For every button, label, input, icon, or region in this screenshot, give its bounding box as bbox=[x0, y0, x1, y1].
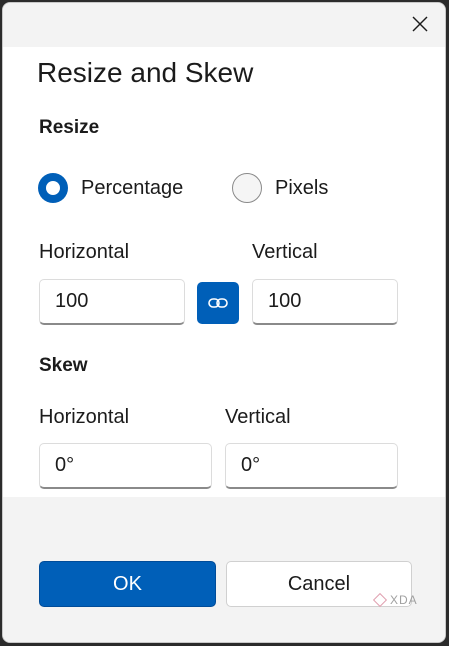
skew-vertical-input[interactable]: 0° bbox=[225, 443, 398, 489]
radio-unchecked-indicator bbox=[232, 173, 262, 203]
close-button[interactable] bbox=[405, 9, 435, 39]
dialog-footer: OK Cancel XDA bbox=[3, 497, 445, 642]
resize-horizontal-label: Horizontal bbox=[39, 241, 130, 263]
skew-vertical-label: Vertical bbox=[225, 406, 291, 428]
link-aspect-button[interactable] bbox=[197, 282, 239, 324]
close-icon bbox=[412, 16, 428, 32]
resize-skew-dialog: Resize and Skew Resize Percentage Pixels… bbox=[2, 2, 446, 643]
watermark-text: XDA bbox=[390, 593, 418, 607]
dialog-title: Resize and Skew bbox=[37, 57, 254, 88]
radio-pixels[interactable]: Pixels bbox=[232, 173, 328, 203]
radio-checked-indicator bbox=[38, 173, 68, 203]
link-icon bbox=[208, 298, 228, 308]
radio-percentage[interactable]: Percentage bbox=[38, 173, 183, 203]
skew-horizontal-label: Horizontal bbox=[39, 406, 130, 428]
watermark-logo-icon bbox=[372, 592, 388, 608]
watermark: XDA bbox=[372, 592, 418, 608]
resize-vertical-input[interactable]: 100 bbox=[252, 279, 398, 325]
ok-button[interactable]: OK bbox=[39, 561, 216, 607]
resize-vertical-label: Vertical bbox=[252, 241, 318, 263]
radio-percentage-label: Percentage bbox=[81, 176, 184, 199]
skew-heading: Skew bbox=[39, 355, 88, 376]
skew-horizontal-input[interactable]: 0° bbox=[39, 443, 212, 489]
radio-pixels-label: Pixels bbox=[275, 176, 329, 199]
resize-horizontal-input[interactable]: 100 bbox=[39, 279, 185, 325]
dialog-content: Resize and Skew Resize Percentage Pixels… bbox=[3, 47, 445, 497]
title-bar bbox=[3, 3, 445, 47]
resize-heading: Resize bbox=[39, 117, 100, 138]
